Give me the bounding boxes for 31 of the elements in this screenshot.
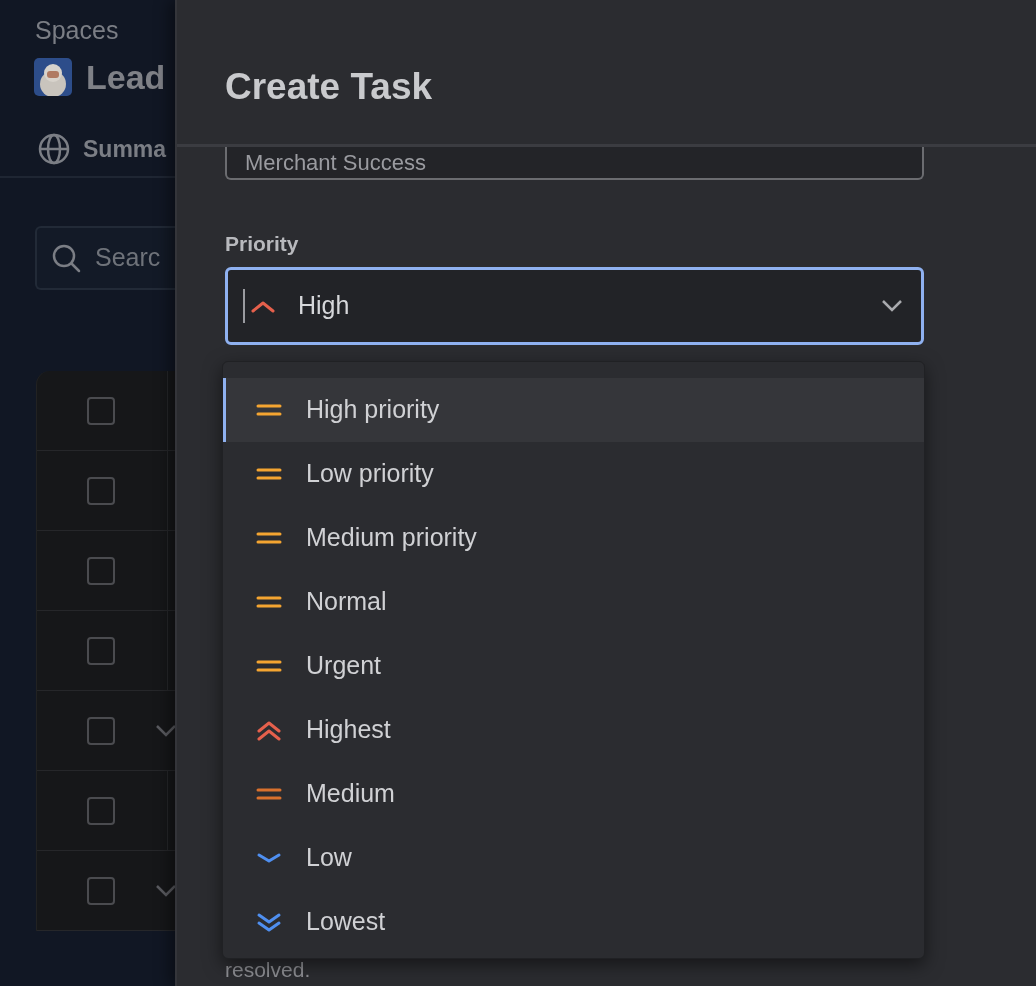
row-checkbox[interactable] [87,396,115,425]
space-title: Lead [86,57,166,98]
search-field[interactable]: Searc [35,226,175,290]
row-checkbox[interactable] [87,876,115,905]
dropdown-option[interactable]: Lowest [223,890,924,954]
dropdown-option[interactable]: Low [223,826,924,890]
row-checkbox[interactable] [87,796,115,825]
row-checkbox[interactable] [87,636,115,665]
search-icon [51,243,81,273]
dropdown-option[interactable]: Low priority [223,442,924,506]
dropdown-option[interactable]: Highest [223,698,924,762]
text-cursor [243,289,245,323]
dropdown-option[interactable]: Urgent [223,634,924,698]
row-checkbox[interactable] [87,476,115,505]
expand-chevron-icon[interactable] [155,883,175,898]
helper-text: resolved. [225,958,312,982]
dropdown-option[interactable]: Normal [223,570,924,634]
field-label: Priority [225,232,300,256]
dropdown-option[interactable]: Medium priority [223,506,924,570]
breadcrumb-link[interactable]: Spaces [0,0,175,46]
priority-select[interactable]: High [225,267,924,345]
space-avatar [34,58,72,96]
chevron-down-icon [881,299,903,313]
row-checkbox[interactable] [87,556,115,585]
expand-chevron-icon[interactable] [155,723,175,738]
row-checkbox[interactable] [87,716,115,745]
team-select-field[interactable]: Merchant Success [225,147,924,180]
modal-title: Create Task [225,66,434,108]
dropdown-option[interactable]: Medium [223,762,924,826]
globe-icon [37,132,71,166]
dropdown-option[interactable]: High priority [223,378,924,442]
